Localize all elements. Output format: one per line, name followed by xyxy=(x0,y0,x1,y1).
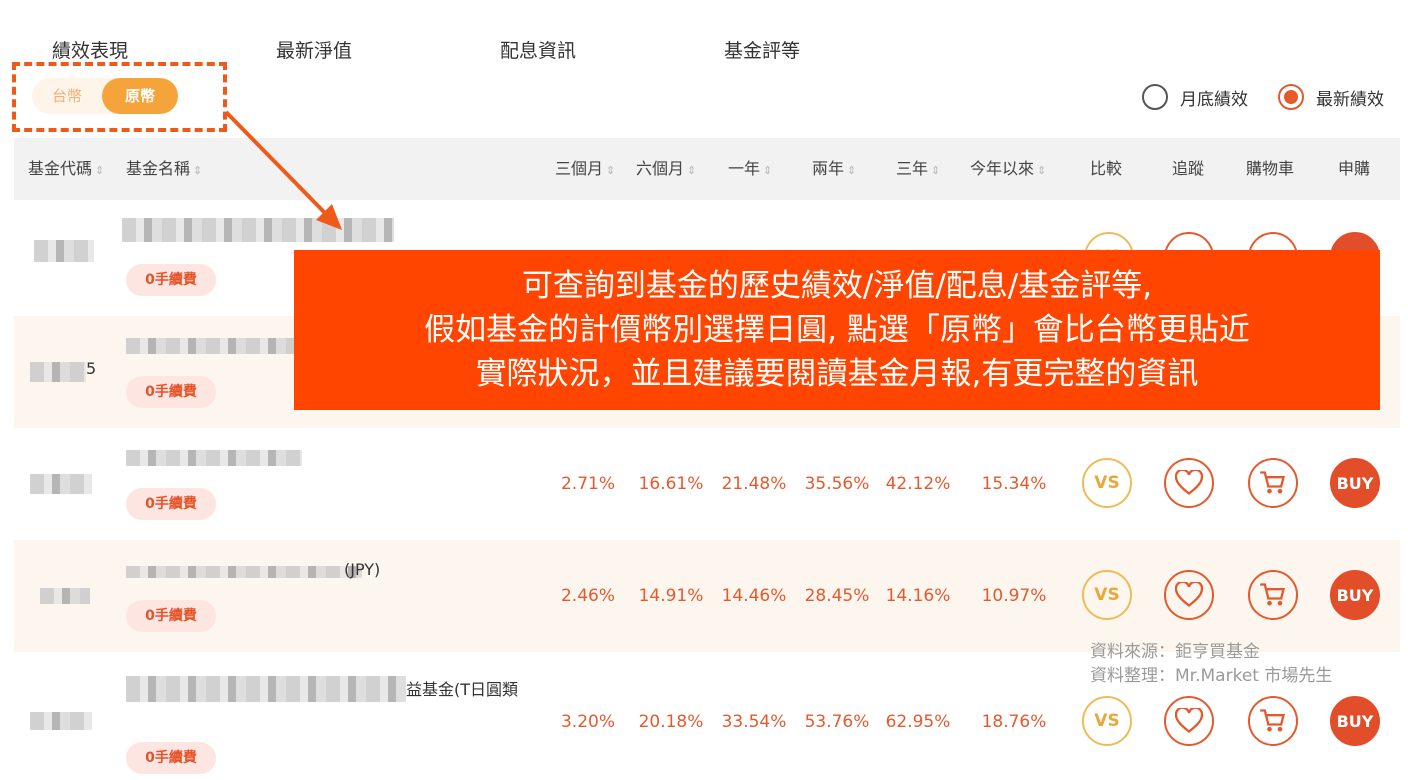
source-note: 資料來源：鉅亨買基金 資料整理：Mr.Market 市場先生 xyxy=(1090,640,1332,688)
callout-line-3: 實際狀況，並且建議要閱讀基金月報,有更完整的資訊 xyxy=(475,356,1199,392)
annotation-callout: 可查詢到基金的歷史績效/淨值/配息/基金評等, 假如基金的計價幣別選擇日圓, 點… xyxy=(294,250,1380,410)
source-line-1: 資料來源：鉅亨買基金 xyxy=(1090,642,1260,662)
source-line-2: 資料整理：Mr.Market 市場先生 xyxy=(1090,666,1333,686)
callout-line-1: 可查詢到基金的歷史績效/淨值/配息/基金評等, xyxy=(521,268,1153,304)
callout-line-2: 假如基金的計價幣別選擇日圓, 點選「原幣」會比台幣更貼近 xyxy=(424,312,1250,348)
